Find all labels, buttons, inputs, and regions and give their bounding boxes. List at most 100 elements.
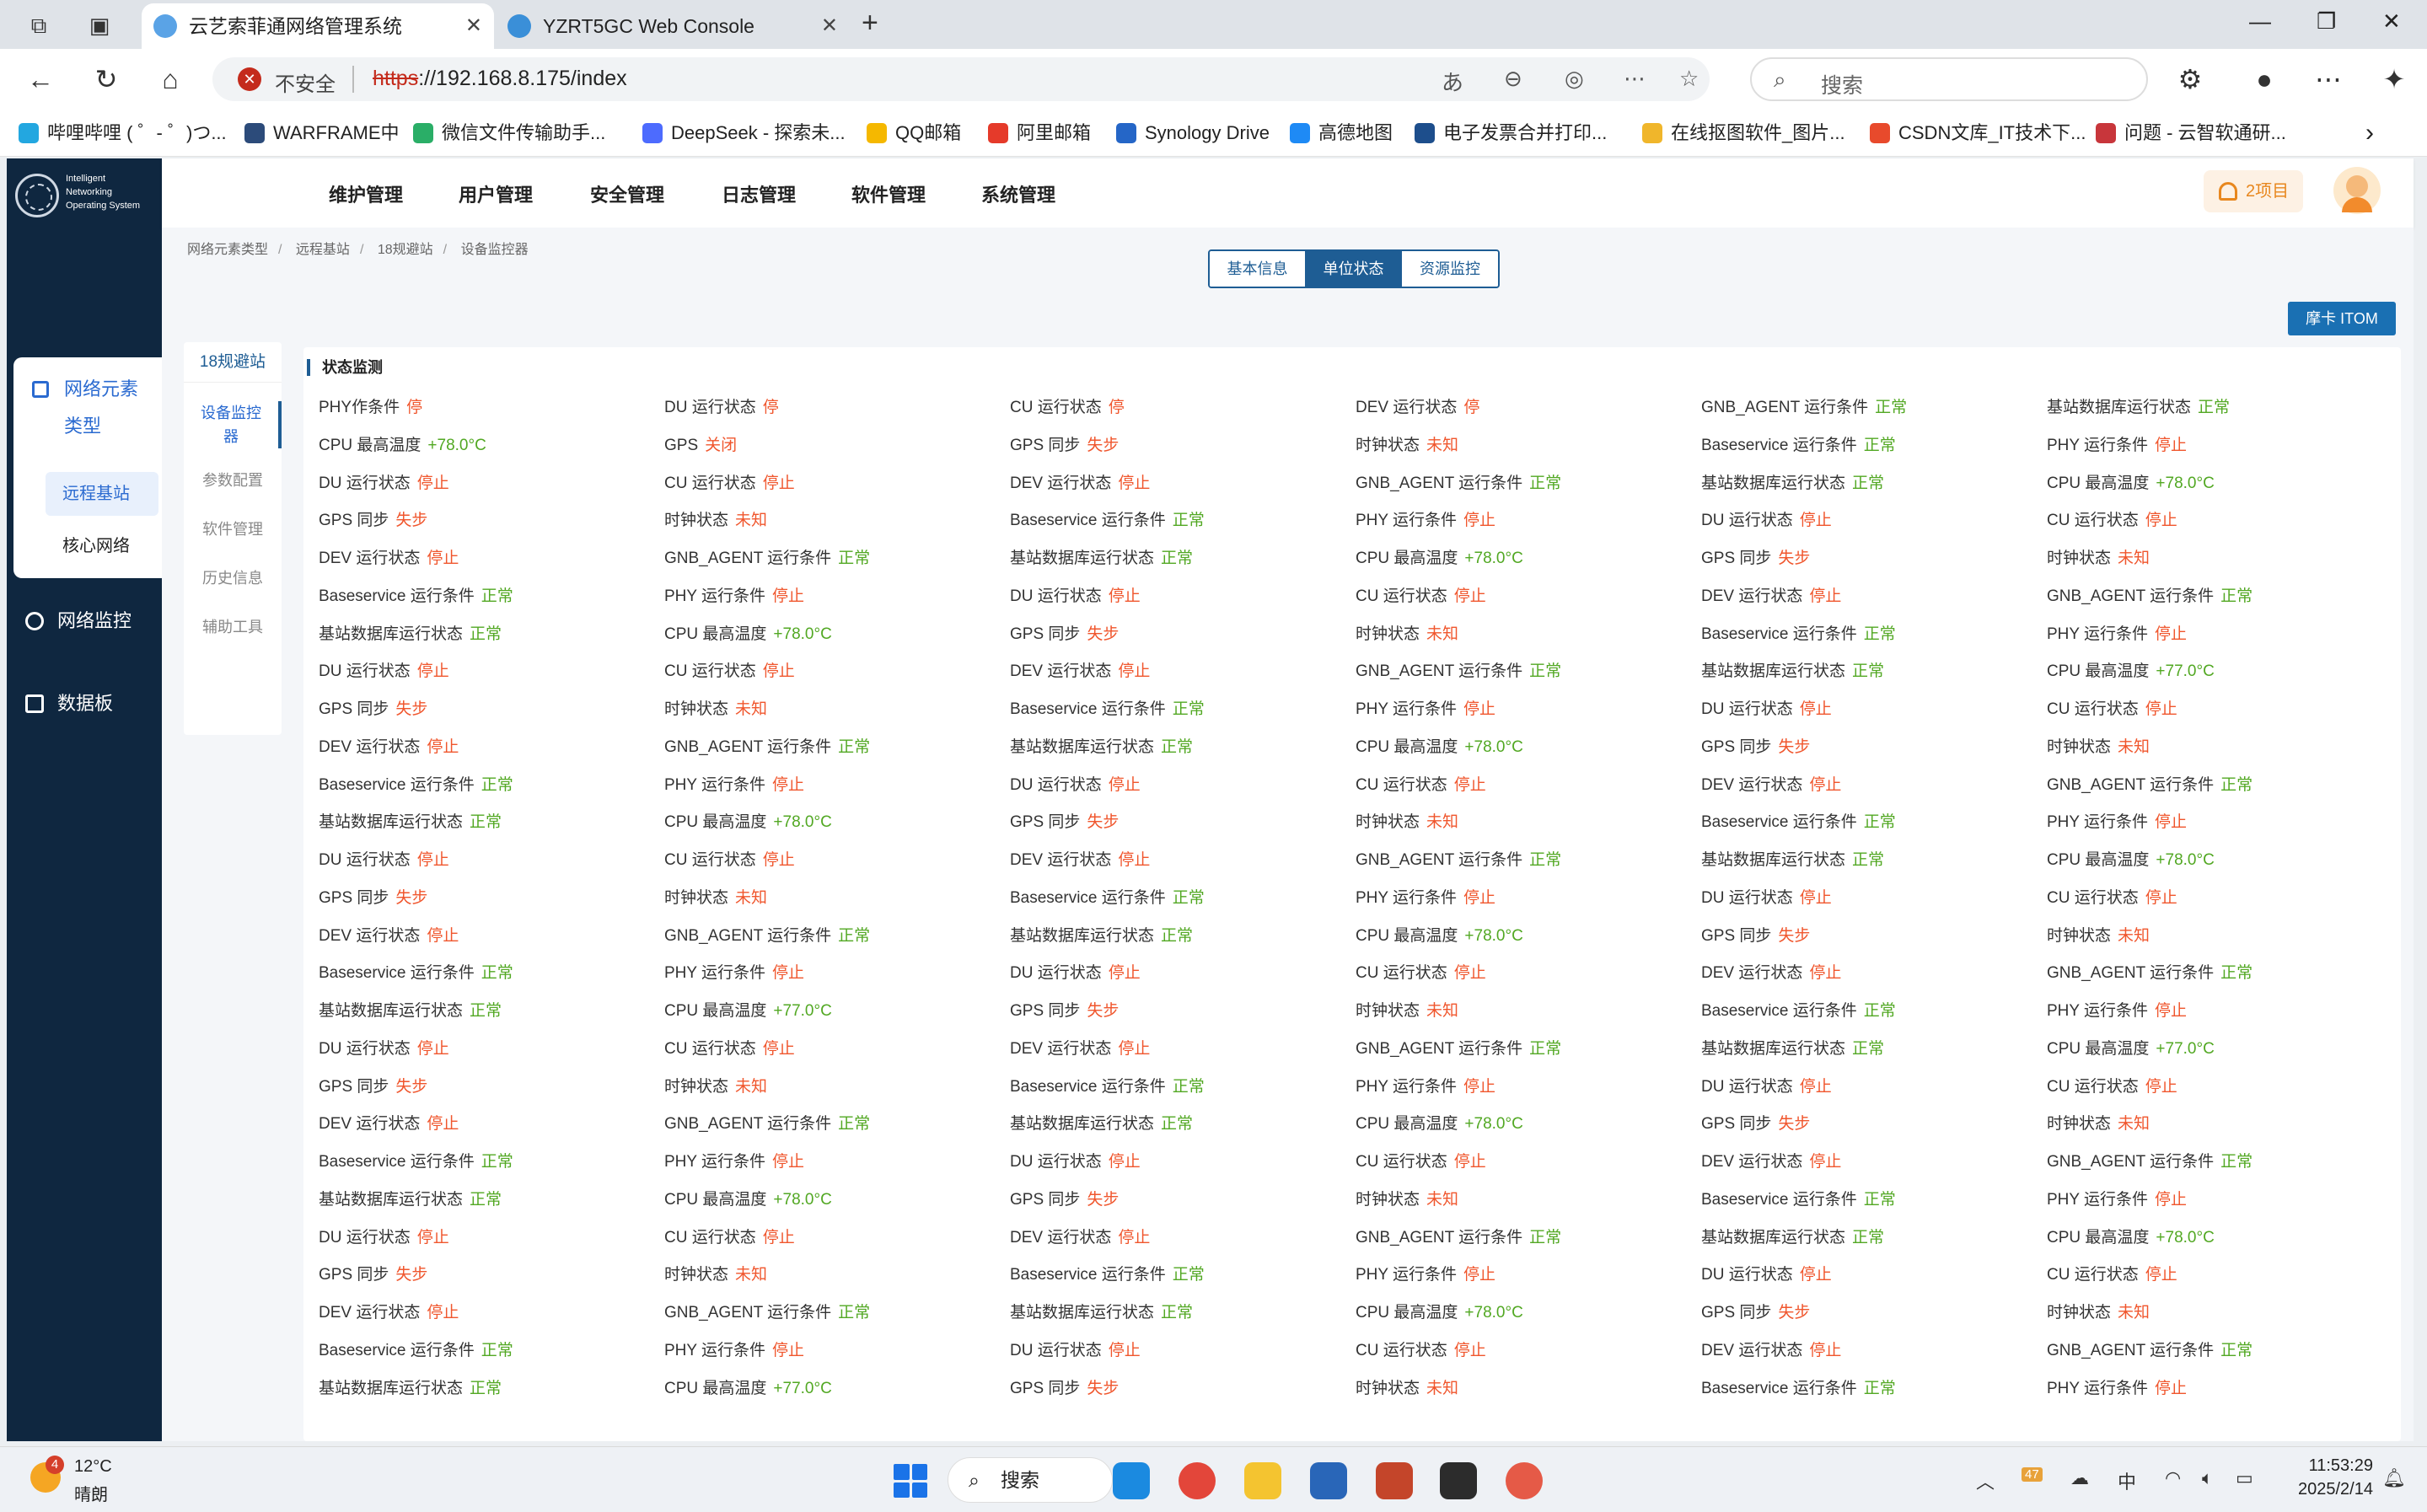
tab-web-console[interactable]: YZRT5GC Web Console ✕ [496, 3, 850, 49]
sidebar-item-network-monitor[interactable]: 网络监控 [25, 607, 132, 635]
volume-icon[interactable]: 🔈︎ [2202, 1467, 2213, 1489]
subnav-software[interactable]: 软件管理 [184, 517, 282, 541]
workspaces-icon[interactable]: ⧉ [24, 10, 54, 40]
status-item: Baseservice 运行条件 正常 [1701, 1375, 1896, 1398]
sidebar-item-core-network[interactable]: 核心网络 [46, 524, 158, 568]
read-aloud-icon[interactable]: あ [1442, 66, 1463, 97]
status-value: 失步 [1087, 1379, 1120, 1397]
status-label: 时钟状态 [1356, 813, 1420, 832]
wifi-icon[interactable]: ◠ [2165, 1467, 2181, 1489]
status-value: 停止 [772, 775, 805, 794]
status-value: 停止 [762, 851, 795, 869]
breadcrumb-item[interactable]: 网络元素类型 [187, 243, 268, 257]
status-item: GPS 同步 失步 [1010, 432, 1119, 455]
bookmark-qqmail[interactable]: QQ邮箱 [867, 120, 961, 147]
close-window-icon[interactable]: ✕ [2382, 8, 2401, 35]
subnav-history[interactable]: 历史信息 [184, 566, 282, 590]
nav-system[interactable]: 系统管理 [981, 180, 1055, 207]
nav-maintenance[interactable]: 维护管理 [329, 180, 403, 207]
terminal-icon[interactable] [1440, 1462, 1477, 1499]
bookmark-warframe[interactable]: WARFRAME中 [244, 120, 400, 147]
edge-icon[interactable] [1113, 1462, 1150, 1499]
bookmark-amap[interactable]: 高德地图 [1290, 120, 1393, 147]
app-swirl-icon[interactable] [1506, 1462, 1543, 1499]
status-value: 停 [1463, 399, 1480, 416]
minimize-icon[interactable]: — [2249, 8, 2271, 35]
status-item: Baseservice 运行条件 正常 [319, 960, 513, 983]
tab-basic-info[interactable]: 基本信息 [1210, 251, 1306, 287]
nav-logs[interactable]: 日志管理 [722, 180, 796, 207]
clock[interactable]: 11:53:29 2025/2/14 [2298, 1454, 2373, 1501]
nav-security[interactable]: 安全管理 [590, 180, 664, 207]
browser-search-input[interactable]: ⌕ 搜索 [1750, 57, 2148, 101]
start-button-icon[interactable] [894, 1464, 927, 1498]
itom-button[interactable]: 摩卡 ITOM [2288, 302, 2396, 335]
nav-software[interactable]: 软件管理 [851, 180, 926, 207]
file-explorer-icon[interactable] [1244, 1462, 1281, 1499]
breadcrumb-item[interactable]: 远程基站 [296, 243, 350, 257]
back-icon[interactable]: ← [22, 61, 59, 98]
subnav-param-config[interactable]: 参数配置 [184, 469, 282, 492]
status-label: PHY 运行条件 [2047, 625, 2149, 643]
status-item: CPU 最高温度 +78.0°C [319, 432, 486, 455]
copilot-icon[interactable]: ✦ [2376, 61, 2413, 98]
profile-icon[interactable]: ● [2246, 61, 2283, 98]
battery-icon[interactable]: ▭ [2236, 1467, 2253, 1489]
status-value: 正常 [470, 813, 502, 832]
refresh-icon[interactable]: ↻ [88, 61, 125, 98]
tab-actions-icon[interactable]: ▣ [84, 10, 115, 40]
tab-nms[interactable]: 云艺索菲通网络管理系统 ✕ [142, 3, 494, 49]
sidebar-item-remote-station[interactable]: 远程基站 [46, 472, 158, 516]
bookmark-invoice[interactable]: 电子发票合并打印... [1415, 120, 1607, 147]
home-icon[interactable]: ⌂ [152, 61, 189, 98]
user-avatar[interactable] [2333, 167, 2381, 214]
powerpoint-icon[interactable] [1376, 1462, 1413, 1499]
status-label: 时钟状态 [1356, 625, 1420, 643]
status-item: PHY 运行条件 停止 [664, 1338, 804, 1360]
chrome-icon[interactable] [1179, 1462, 1216, 1499]
sidebar: Intelligent Networking Operating System … [7, 158, 162, 1441]
tencent-app-icon[interactable] [1310, 1462, 1347, 1499]
tray-overflow-icon[interactable]: ︿ [1976, 1467, 1995, 1494]
taskbar-search[interactable]: ⌕ 搜索 [948, 1457, 1113, 1503]
status-value: 正常 [481, 964, 513, 983]
status-label: PHY 运行条件 [1356, 888, 1458, 907]
bookmark-issues[interactable]: 问题 - 云智软通研... [2096, 120, 2286, 147]
extensions-icon[interactable]: ⚙ [2172, 61, 2209, 98]
alerts-button[interactable]: 2项目 [2204, 170, 2303, 212]
url-field[interactable]: ✕ 不安全 https://192.168.8.175/index あ ⊖ ◎ … [212, 57, 1710, 101]
sidebar-item-dashboard[interactable]: 数据板 [25, 689, 113, 718]
more-tools-icon[interactable]: ⋯ [1624, 66, 1646, 92]
nav-users[interactable]: 用户管理 [459, 180, 533, 207]
notification-bell-icon[interactable]: 🔔︎ [2382, 1467, 2406, 1489]
onedrive-icon[interactable]: ☁ [2070, 1467, 2089, 1489]
subnav-tools[interactable]: 辅助工具 [184, 615, 282, 639]
bookmark-bilibili[interactable]: 哔哩哔哩 ( ゜- ゜)つ... [19, 120, 227, 147]
new-tab-icon[interactable]: + [862, 7, 878, 40]
zoom-icon[interactable]: ⊖ [1504, 66, 1522, 92]
close-tab-icon[interactable]: ✕ [821, 3, 838, 49]
status-item: 基站数据库运行状态 正常 [319, 1375, 502, 1398]
breadcrumb-item[interactable]: 18规避站 [378, 243, 433, 257]
status-value: 停止 [416, 662, 449, 681]
tab-resource-monitor[interactable]: 资源监控 [1402, 251, 1498, 287]
bookmark-csdn[interactable]: CSDN文库_IT技术下... [1870, 120, 2086, 147]
subnav-device-monitor[interactable]: 设备监控 器 [184, 401, 282, 448]
ime-indicator[interactable]: 中 [2118, 1467, 2136, 1494]
tab-unit-status[interactable]: 单位状态 [1306, 251, 1402, 287]
bookmark-wechat[interactable]: 微信文件传输助手... [413, 120, 605, 147]
bookmark-cutout[interactable]: 在线抠图软件_图片... [1642, 120, 1845, 147]
favorite-star-icon[interactable]: ☆ [1679, 66, 1699, 92]
browser-menu-icon[interactable]: ⋯ [2310, 61, 2347, 98]
bookmark-synology[interactable]: Synology Drive [1116, 120, 1270, 147]
translate-icon[interactable]: ◎ [1565, 66, 1584, 92]
status-grid: PHY作条件停 DU 运行状态停 CU 运行状态停 DEV 运行状态停 GNB_AGEN… [319, 394, 2392, 1440]
maximize-icon[interactable]: ❐ [2317, 8, 2336, 35]
panel-title: 状态监测 [307, 359, 383, 376]
tray-badge[interactable]: 47 [2022, 1467, 2043, 1482]
close-tab-icon[interactable]: ✕ [465, 3, 482, 49]
status-value: 停 [762, 399, 779, 416]
bookmark-deepseek[interactable]: DeepSeek - 探索未... [642, 120, 846, 147]
more-bookmarks-icon[interactable]: › [2365, 120, 2374, 147]
bookmark-alimail[interactable]: 阿里邮箱 [988, 120, 1091, 147]
